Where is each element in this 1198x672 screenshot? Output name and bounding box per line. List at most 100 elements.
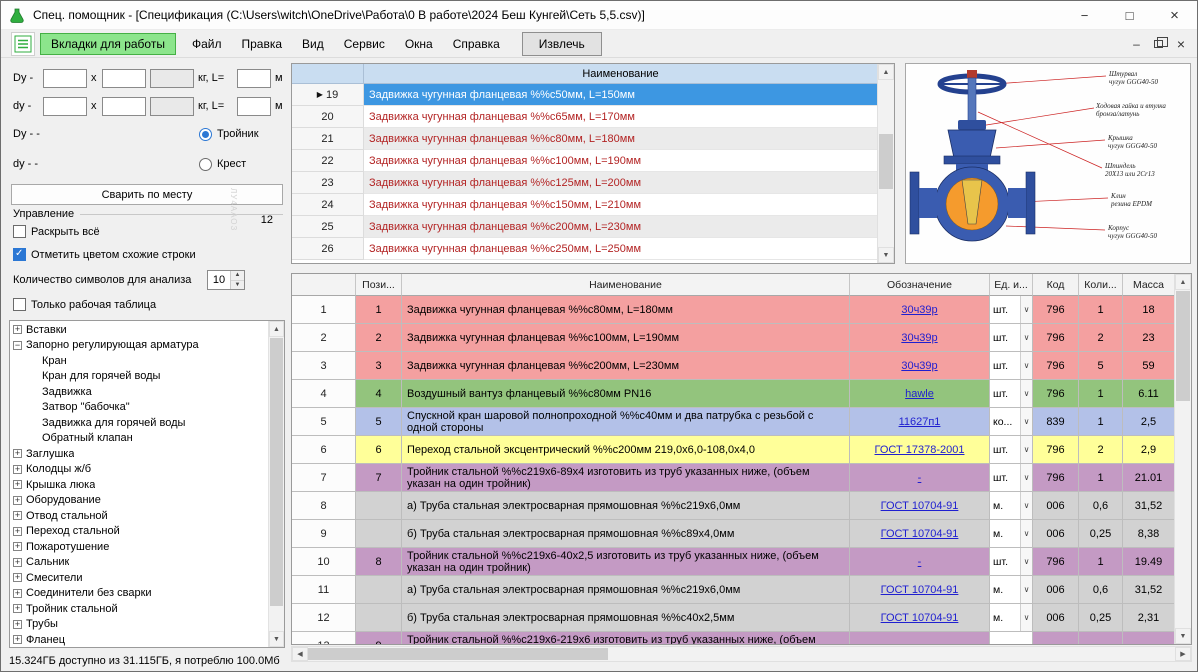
tree-item[interactable]: Кран для горячей воды bbox=[10, 369, 268, 385]
expand-icon[interactable]: + bbox=[13, 558, 22, 567]
designation-link[interactable]: - bbox=[918, 472, 922, 484]
designation-link[interactable]: 11627п1 bbox=[899, 416, 941, 428]
tree-item[interactable]: −Запорно регулирующая арматура bbox=[10, 338, 268, 354]
table-row[interactable]: 22Задвижка чугунная фланцевая %%с100мм, … bbox=[292, 324, 1174, 352]
table-row[interactable]: 12б) Труба стальная электросварная прямо… bbox=[292, 604, 1174, 632]
expand-icon[interactable]: + bbox=[13, 449, 22, 458]
symbols-count-input[interactable] bbox=[208, 271, 230, 289]
tree-item[interactable]: +Заглушка bbox=[10, 446, 268, 462]
unit-dropdown-icon[interactable]: ∨ bbox=[1020, 576, 1032, 603]
tree-item[interactable]: +Соединители без сварки bbox=[10, 586, 268, 602]
unit-dropdown-icon[interactable]: ∨ bbox=[1020, 548, 1032, 575]
tree-item[interactable]: +Фланец bbox=[10, 632, 268, 646]
spinner-down-icon[interactable]: ▼ bbox=[231, 281, 244, 290]
minimize-icon[interactable]: − bbox=[1062, 1, 1107, 29]
expand-icon[interactable]: + bbox=[13, 542, 22, 551]
unit-dropdown-icon[interactable]: ∨ bbox=[1020, 436, 1032, 463]
menu-item[interactable]: Вид bbox=[292, 33, 334, 55]
specification-hscrollbar[interactable]: ◀ ▶ bbox=[291, 646, 1192, 662]
mdi-close-icon[interactable]: × bbox=[1177, 39, 1185, 49]
table-row[interactable]: 9б) Труба стальная электросварная прямош… bbox=[292, 520, 1174, 548]
expand-icon[interactable]: + bbox=[13, 604, 22, 613]
scroll-up-icon[interactable]: ▲ bbox=[269, 321, 284, 337]
designation-link[interactable]: ГОСТ 10704-91 bbox=[881, 528, 959, 540]
unit-dropdown-icon[interactable]: ∨ bbox=[1020, 604, 1032, 631]
expand-icon[interactable]: + bbox=[13, 480, 22, 489]
tree-item[interactable]: +Тройник стальной bbox=[10, 601, 268, 617]
expand-icon[interactable]: + bbox=[13, 589, 22, 598]
table-row[interactable]: 44Воздушный вантуз фланцевый %%с80мм PN1… bbox=[292, 380, 1174, 408]
expand-icon[interactable]: + bbox=[13, 511, 22, 520]
tree-item[interactable]: +Пожаротушение bbox=[10, 539, 268, 555]
scrollbar-thumb[interactable] bbox=[308, 648, 608, 660]
tree-item[interactable]: Задвижка для горячей воды bbox=[10, 415, 268, 431]
tree-item[interactable]: Обратный клапан bbox=[10, 431, 268, 447]
dy-upper-length-input[interactable] bbox=[237, 69, 271, 88]
designation-link[interactable]: 30ч39р bbox=[901, 304, 937, 316]
expand-all-checkbox[interactable]: Раскрыть всё bbox=[13, 225, 100, 238]
unit-dropdown-icon[interactable]: ∨ bbox=[1020, 408, 1032, 435]
top-table-row[interactable]: 26Задвижка чугунная фланцевая %%с250мм, … bbox=[292, 238, 877, 260]
tree-item[interactable]: +Оборудование bbox=[10, 493, 268, 509]
tree-item[interactable]: +Трубы bbox=[10, 617, 268, 633]
top-table-row[interactable]: 23Задвижка чугунная фланцевая %%с125мм, … bbox=[292, 172, 877, 194]
designation-link[interactable]: ГОСТ 10704-91 bbox=[881, 612, 959, 624]
extract-button[interactable]: Извлечь bbox=[522, 32, 602, 56]
table-row[interactable]: 11Задвижка чугунная фланцевая %%с80мм, L… bbox=[292, 296, 1174, 324]
designation-link[interactable]: 30ч39р bbox=[901, 360, 937, 372]
expand-icon[interactable]: + bbox=[13, 573, 22, 582]
expand-icon[interactable]: + bbox=[13, 620, 22, 629]
table-row[interactable]: 108Тройник стальной %%с219х6-40х2,5 изго… bbox=[292, 548, 1174, 576]
dy-lower-length-input[interactable] bbox=[237, 97, 271, 116]
weld-in-place-button[interactable]: Сварить по месту bbox=[11, 184, 283, 205]
table-row[interactable]: 33Задвижка чугунная фланцевая %%с200мм, … bbox=[292, 352, 1174, 380]
scroll-down-icon[interactable]: ▼ bbox=[1175, 628, 1191, 644]
scroll-down-icon[interactable]: ▼ bbox=[269, 631, 284, 647]
unit-dropdown-icon[interactable]: ∨ bbox=[1020, 520, 1032, 547]
unit-dropdown-icon[interactable]: ∨ bbox=[1020, 380, 1032, 407]
expand-icon[interactable]: + bbox=[13, 325, 22, 334]
menu-item[interactable]: Файл bbox=[182, 33, 232, 55]
menu-item[interactable]: Окна bbox=[395, 33, 443, 55]
table-row[interactable]: 8а) Труба стальная электросварная прямош… bbox=[292, 492, 1174, 520]
tree-item[interactable]: Задвижка bbox=[10, 384, 268, 400]
tree-item[interactable]: +Смесители bbox=[10, 570, 268, 586]
specification-vscrollbar[interactable]: ▲ ▼ bbox=[1174, 274, 1191, 644]
tree-item[interactable]: +Вставки bbox=[10, 322, 268, 338]
mdi-minimize-icon[interactable]: – bbox=[1133, 41, 1140, 47]
expand-icon[interactable]: + bbox=[13, 496, 22, 505]
work-tabs-button[interactable]: Вкладки для работы bbox=[40, 33, 176, 55]
close-icon[interactable]: × bbox=[1152, 1, 1197, 29]
dy-upper-input-2[interactable] bbox=[102, 69, 146, 88]
table-row[interactable]: 55Спускной кран шаровой полнопроходной %… bbox=[292, 408, 1174, 436]
unit-dropdown-icon[interactable]: ∨ bbox=[1020, 324, 1032, 351]
color-similar-rows-checkbox[interactable]: Отметить цветом схожие строки bbox=[13, 248, 196, 261]
cross-radio[interactable]: Крест bbox=[199, 158, 246, 171]
expand-icon[interactable]: + bbox=[13, 465, 22, 474]
scrollbar-thumb[interactable] bbox=[1176, 291, 1190, 401]
mdi-restore-icon[interactable] bbox=[1154, 40, 1163, 48]
top-table-row[interactable]: 25Задвижка чугунная фланцевая %%с200мм, … bbox=[292, 216, 877, 238]
top-table-row[interactable]: ▶19Задвижка чугунная фланцевая %%с50мм, … bbox=[292, 84, 877, 106]
menu-item[interactable]: Справка bbox=[443, 33, 510, 55]
unit-dropdown-icon[interactable]: ∨ bbox=[1020, 464, 1032, 491]
dy-lower-input-1[interactable] bbox=[43, 97, 87, 116]
top-table-row[interactable]: 24Задвижка чугунная фланцевая %%с150мм, … bbox=[292, 194, 877, 216]
tree-scrollbar[interactable]: ▲ ▼ bbox=[268, 321, 284, 647]
scroll-up-icon[interactable]: ▲ bbox=[1175, 274, 1191, 290]
work-table-only-checkbox[interactable]: Только рабочая таблица bbox=[13, 298, 156, 311]
list-icon-button[interactable] bbox=[11, 32, 35, 56]
dy-lower-input-2[interactable] bbox=[102, 97, 146, 116]
unit-dropdown-icon[interactable]: ∨ bbox=[1020, 492, 1032, 519]
scrollbar-thumb[interactable] bbox=[879, 134, 893, 189]
tree-item[interactable]: Кран bbox=[10, 353, 268, 369]
expand-icon[interactable]: + bbox=[13, 527, 22, 536]
tree-item[interactable]: +Крышка люка bbox=[10, 477, 268, 493]
dy-upper-input-3[interactable] bbox=[150, 69, 194, 88]
expand-icon[interactable]: + bbox=[13, 635, 22, 644]
scroll-up-icon[interactable]: ▲ bbox=[878, 64, 894, 80]
table-row[interactable]: 77Тройник стальной %%с219х6-89х4 изготов… bbox=[292, 464, 1174, 492]
designation-link[interactable]: ГОСТ 10704-91 bbox=[881, 500, 959, 512]
unit-dropdown-icon[interactable]: ∨ bbox=[1020, 296, 1032, 323]
scrollbar-thumb[interactable] bbox=[270, 338, 283, 606]
